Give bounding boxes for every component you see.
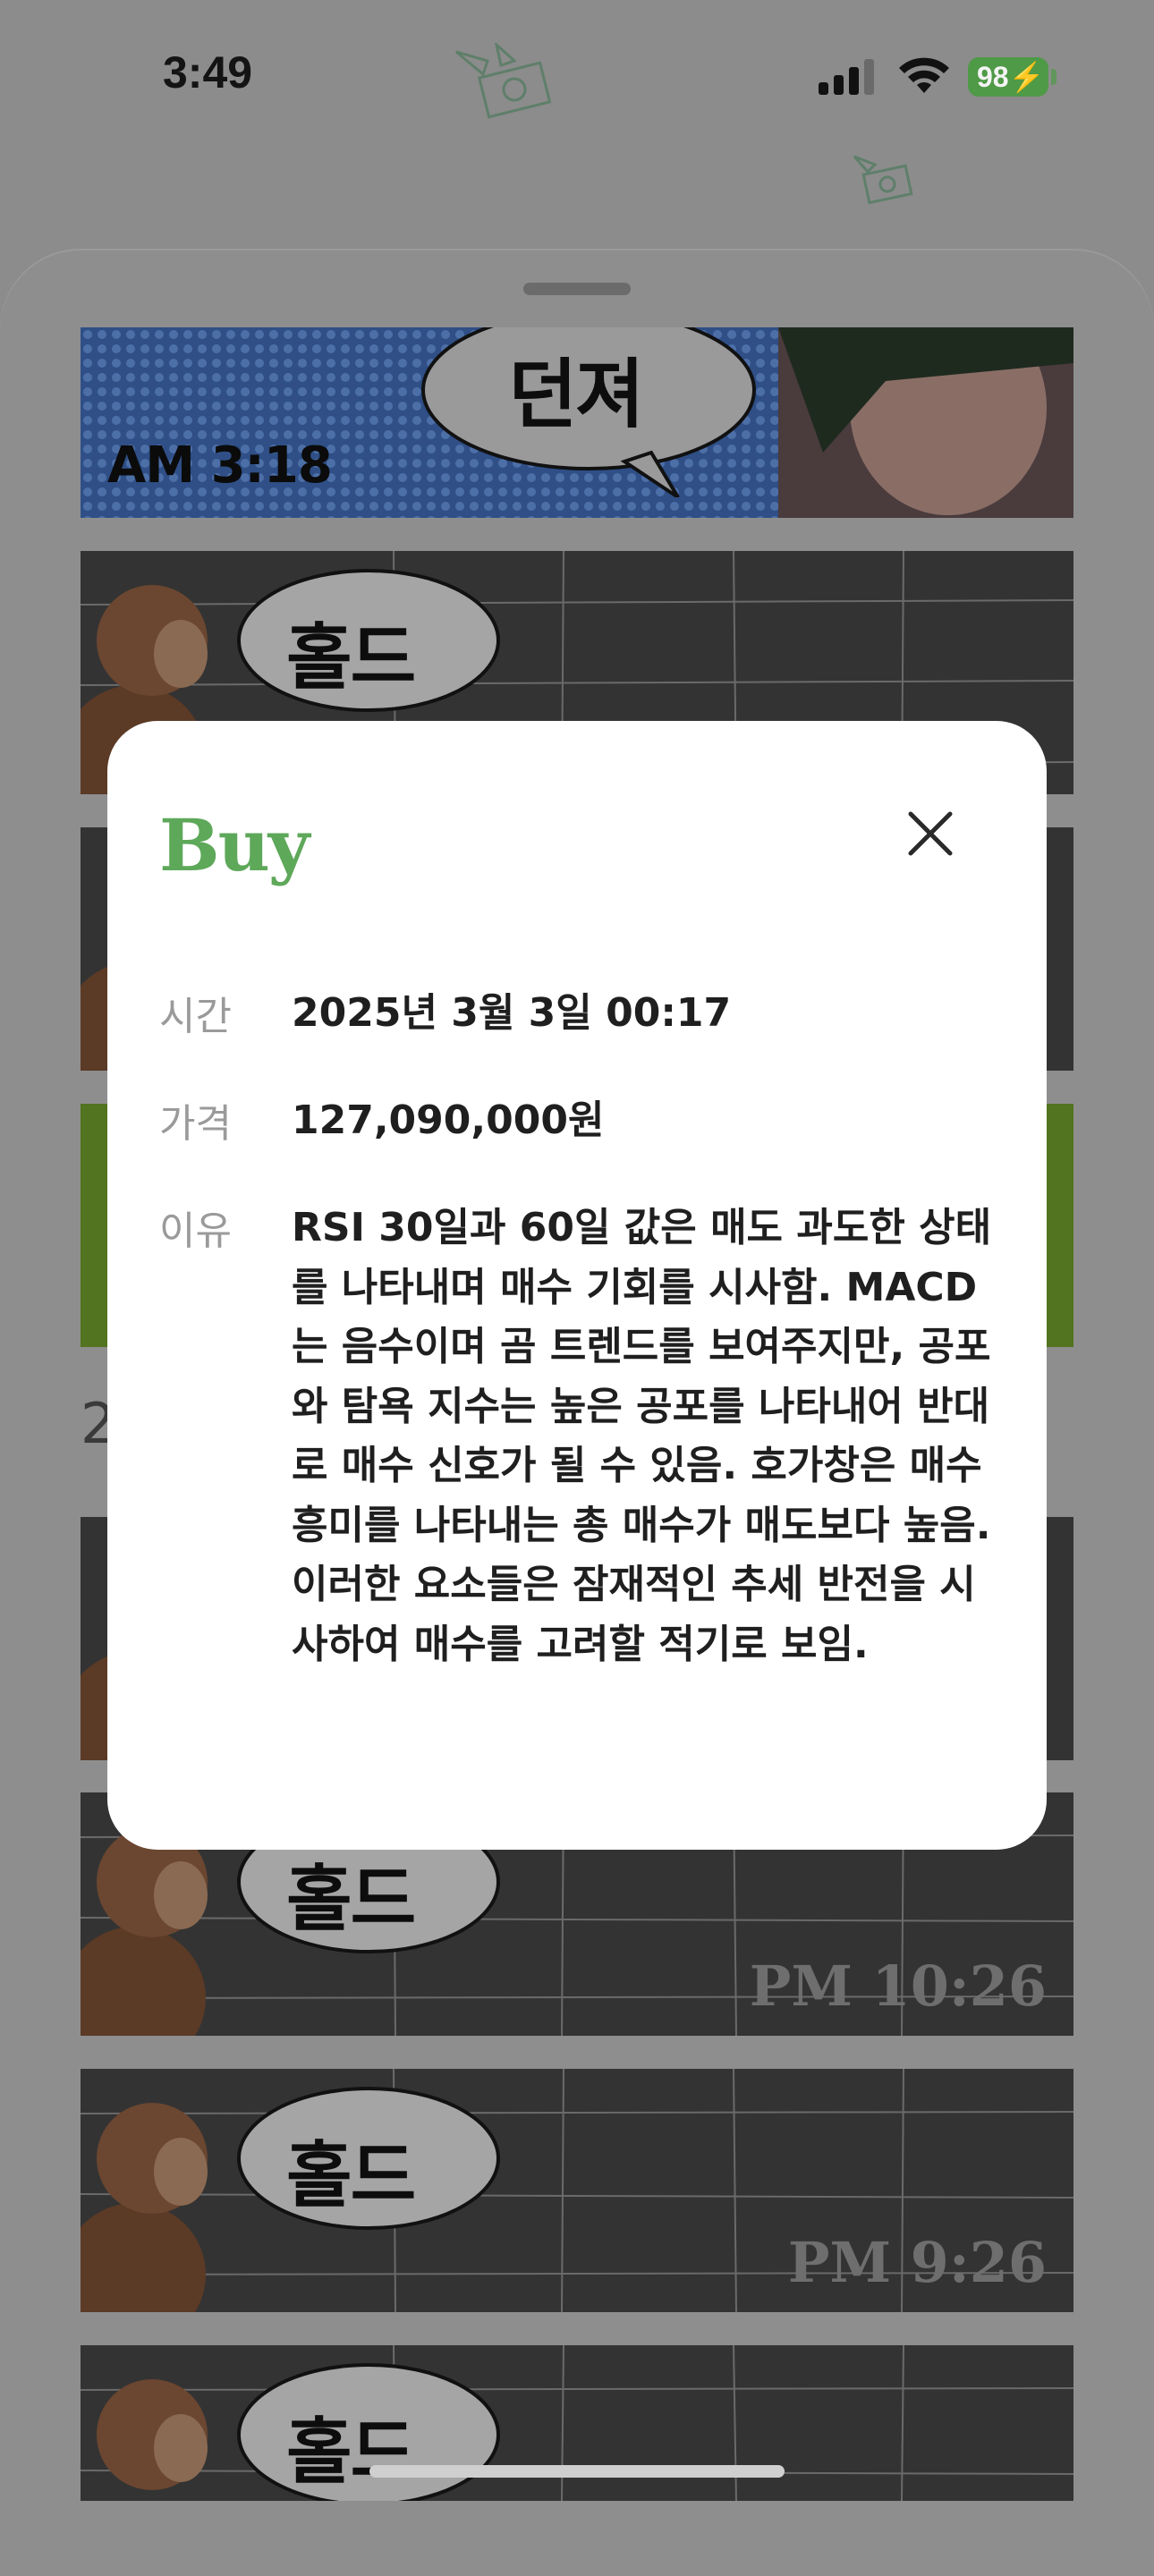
card-time: AM 3:18 [107, 436, 333, 495]
signal-card-hold[interactable]: 홀드 PM 9:26 [81, 2069, 1073, 2312]
close-icon[interactable] [904, 807, 957, 860]
field-label: 이유 [159, 1208, 232, 1254]
field-label: 시간 [159, 994, 232, 1039]
field-label: 가격 [159, 1101, 232, 1147]
card-time: PM 9:26 [787, 2230, 1047, 2295]
battery-indicator: 98⚡ [968, 57, 1048, 97]
flying-money-icon [853, 155, 913, 205]
wifi-icon [899, 57, 949, 93]
battery-level: 98 [977, 61, 1009, 93]
field-value: 2025년 3월 3일 00:17 [292, 990, 732, 1036]
signal-card-sell[interactable]: 던져 AM 3:18 [81, 327, 1073, 518]
field-value: RSI 30일과 60일 값은 매도 과도한 상태를 나타내며 매수 기회를 시… [292, 1205, 992, 1667]
monkey-image [97, 2379, 208, 2490]
trade-detail-modal: Buy 시간 2025년 3월 3일 00:17 가격 127,090,000원… [107, 721, 1047, 1850]
home-indicator[interactable] [369, 2465, 785, 2478]
charging-icon: ⚡ [1008, 61, 1045, 93]
field-value: 127,090,000원 [292, 1097, 605, 1143]
sheet-grabber[interactable] [523, 283, 631, 295]
bubble-text: 홀드 [286, 2134, 416, 2217]
bubble-text: 홀드 [286, 1858, 416, 1941]
status-time: 3:49 [163, 47, 253, 97]
modal-title: Buy [159, 803, 310, 887]
battery-nub [1051, 69, 1056, 85]
bubble-text: 홀드 [286, 2411, 416, 2494]
flying-money-icon [455, 43, 552, 119]
monkey-image [81, 2103, 208, 2312]
bubble-text: 홀드 [286, 616, 416, 699]
signal-icon [819, 59, 874, 95]
card-time: PM 10:26 [749, 1953, 1047, 2019]
status-bar: 3:49 98⚡ [0, 0, 1154, 205]
bubble-text: 던져 [508, 351, 645, 438]
